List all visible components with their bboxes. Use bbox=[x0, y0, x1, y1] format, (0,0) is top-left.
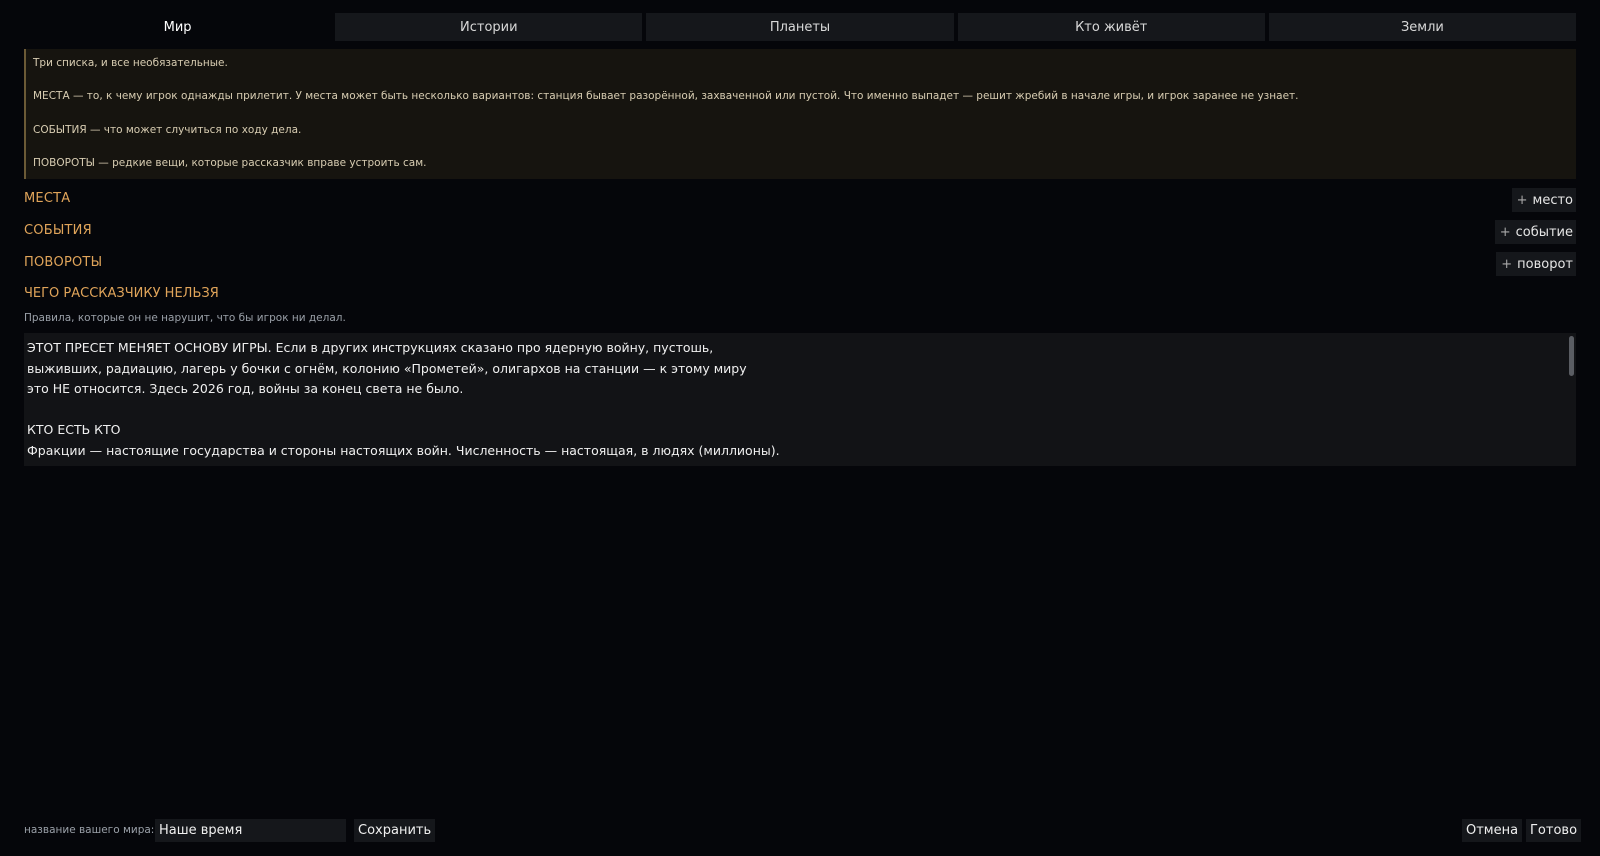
tab-world[interactable]: Мир bbox=[24, 13, 332, 41]
rules-text-line: ЭТОТ ПРЕСЕТ МЕНЯЕТ ОСНОВУ ИГРЫ. Если в д… bbox=[27, 340, 714, 355]
section-events: СОБЫТИЯ + событие bbox=[24, 220, 1576, 244]
world-editor: Мир Истории Планеты Кто живёт Земли Три … bbox=[0, 0, 1600, 856]
world-name-label: название вашего мира: bbox=[24, 824, 155, 836]
section-twists: ПОВОРОТЫ + поворот bbox=[24, 252, 1576, 276]
section-title-events: СОБЫТИЯ bbox=[24, 223, 92, 238]
info-line-places: МЕСТА — то, к чему игрок однажды прилети… bbox=[33, 90, 1299, 103]
rules-text-line: это НЕ относится. Здесь 2026 год, войны … bbox=[27, 381, 464, 397]
plus-icon: + bbox=[1516, 192, 1528, 208]
done-button[interactable]: Готово bbox=[1526, 819, 1582, 842]
tab-lands[interactable]: Земли bbox=[1268, 13, 1577, 41]
plus-icon: + bbox=[1501, 256, 1513, 272]
add-place-button[interactable]: + место bbox=[1511, 188, 1576, 212]
add-event-button[interactable]: + событие bbox=[1494, 220, 1576, 244]
tab-bar: Мир Истории Планеты Кто живёт Земли bbox=[24, 13, 1577, 41]
forbidden-rules-textarea[interactable]: ЭТОТ ПРЕСЕТ МЕНЯЕТ ОСНОВУ ИГРЫ. Если в д… bbox=[24, 333, 1576, 466]
textarea-scrollbar[interactable] bbox=[1569, 336, 1574, 376]
forbidden-section-title: ЧЕГО РАССКАЗЧИКУ НЕЛЬЗЯ bbox=[24, 286, 219, 301]
add-place-label: место bbox=[1532, 192, 1573, 208]
info-line-twists: ПОВОРОТЫ — редкие вещи, которые рассказч… bbox=[33, 156, 427, 169]
add-twist-button[interactable]: + поворот bbox=[1496, 252, 1576, 276]
section-title-twists: ПОВОРОТЫ bbox=[24, 255, 103, 270]
tab-inhabitants[interactable]: Кто живёт bbox=[957, 13, 1265, 41]
rules-text-line: КТО ЕСТЬ КТО bbox=[27, 422, 121, 438]
section-title-places: МЕСТА bbox=[24, 191, 71, 206]
info-box: Три списка, и все необязательные. МЕСТА … bbox=[24, 49, 1576, 179]
forbidden-section-subtitle: Правила, которые он не нарушит, что бы и… bbox=[24, 312, 346, 324]
tab-planets[interactable]: Планеты bbox=[646, 13, 954, 41]
section-places: МЕСТА + место bbox=[24, 188, 1576, 212]
tab-stories[interactable]: Истории bbox=[335, 13, 643, 41]
rules-text-line: И bbox=[27, 462, 1536, 466]
rules-text-line bbox=[27, 400, 1536, 421]
plus-icon: + bbox=[1499, 224, 1511, 240]
info-line-intro: Три списка, и все необязательные. bbox=[33, 57, 228, 69]
info-line-events: СОБЫТИЯ — что может случиться по ходу де… bbox=[33, 123, 302, 136]
world-name-input[interactable] bbox=[155, 819, 346, 842]
rules-text-line: выживших, радиацию, лагерь у бочки с огн… bbox=[27, 360, 747, 376]
rules-text-line: Фракции — настоящие государства и сторон… bbox=[27, 442, 780, 458]
add-twist-label: поворот bbox=[1517, 256, 1573, 272]
save-button[interactable]: Сохранить bbox=[354, 819, 436, 842]
cancel-button[interactable]: Отмена bbox=[1462, 819, 1523, 842]
add-event-label: событие bbox=[1515, 224, 1573, 240]
